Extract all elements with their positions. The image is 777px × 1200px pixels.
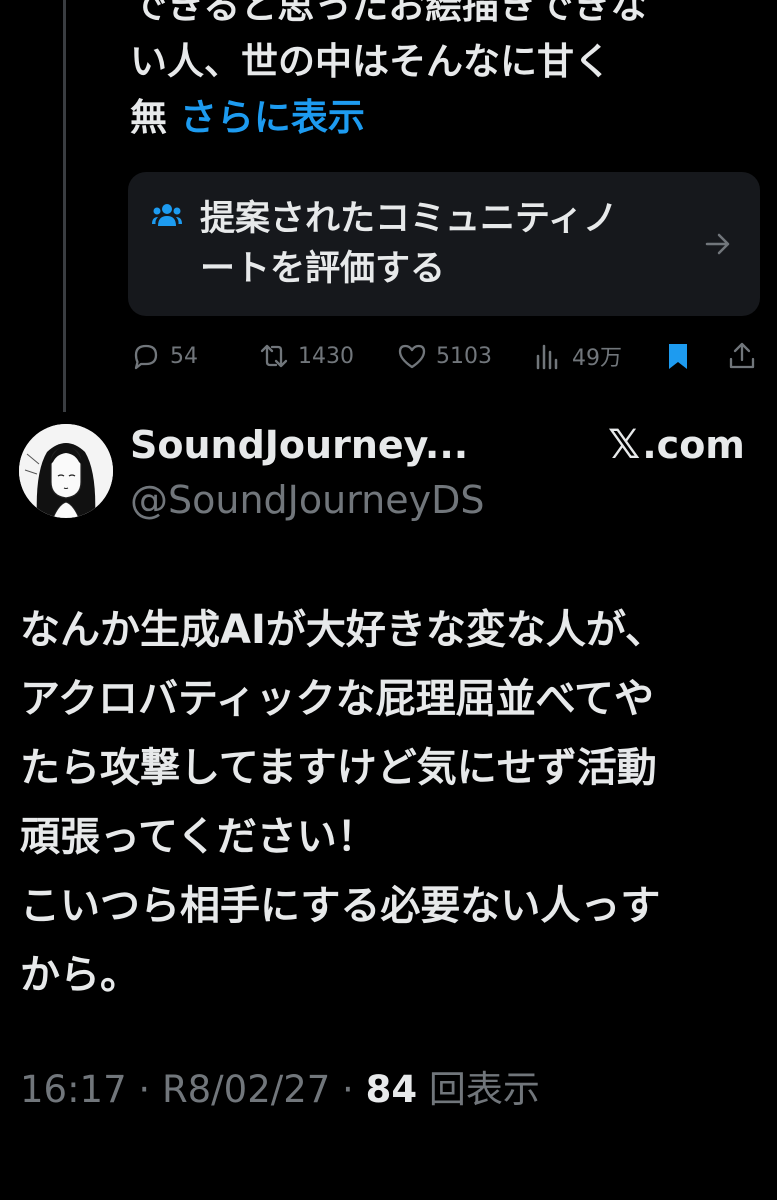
meta-separator: · — [342, 1068, 366, 1111]
tweet-date: R8/02/27 — [161, 1068, 331, 1111]
repost-button[interactable]: 1430 — [258, 338, 354, 374]
share-icon — [729, 342, 755, 369]
meta-separator: · — [138, 1068, 162, 1111]
tweet-text: なんか生成AIが大好きな変な人が、 アクロバティックな屁理屈並べてや たら攻撃し… — [20, 596, 765, 1010]
previous-tweet-text: できると思ったお絵描きできな い人、世の中はそんなに甘く 無 さらに表示 — [130, 0, 760, 146]
thread-connector-line — [63, 0, 66, 412]
community-note-prompt[interactable]: 提案されたコミュニティノ ートを評価する — [128, 172, 760, 316]
tweet-text-line: なんか生成AIが大好きな変な人が、 — [20, 607, 666, 653]
previous-tweet-line: 無 さらに表示 — [130, 90, 760, 146]
author-handle[interactable]: @SoundJourneyDS — [130, 475, 485, 525]
tweet-text-line: たら攻撃してますけど気にせず活動 — [20, 745, 657, 791]
community-note-label-line: ートを評価する — [200, 249, 446, 289]
like-count: 5103 — [436, 343, 492, 369]
previous-tweet-line: い人、世の中はそんなに甘く — [130, 40, 611, 83]
tweet-text-line: こいつら相手にする必要ない人っす — [20, 883, 661, 929]
source-domain: .com — [642, 423, 745, 467]
views-count: 49万 — [572, 346, 622, 371]
heart-icon — [398, 344, 426, 369]
reply-button[interactable]: 54 — [130, 338, 198, 374]
show-more-link[interactable]: さらに表示 — [180, 96, 365, 139]
x-logo-icon: 𝕏 — [608, 422, 641, 468]
source-link[interactable]: 𝕏 .com — [608, 420, 745, 470]
like-button[interactable]: 5103 — [396, 338, 492, 374]
community-note-label: 提案されたコミュニティノ ートを評価する — [200, 194, 690, 294]
tweet-time: 16:17 — [20, 1068, 127, 1111]
community-note-label-line: 提案されたコミュニティノ — [200, 199, 618, 239]
tweet-action-bar: 54 1430 5103 49万 — [130, 338, 760, 374]
tweet-text-line: 頑張ってください！ — [20, 814, 377, 860]
avatar[interactable] — [19, 424, 113, 518]
previous-tweet-line-text: 無 — [130, 96, 167, 139]
bookmark-icon — [669, 344, 687, 369]
arrow-right-icon — [705, 233, 730, 255]
reply-icon — [134, 344, 158, 370]
people-icon — [152, 204, 182, 226]
previous-tweet-line: できると思ったお絵描きできな — [130, 0, 648, 27]
views-button[interactable]: 49万 — [532, 338, 622, 374]
author-display-name[interactable]: SoundJourney... — [130, 420, 468, 470]
repost-count: 1430 — [298, 343, 354, 369]
tweet-view-label: 回表示 — [428, 1068, 540, 1111]
bookmark-button[interactable] — [662, 338, 694, 374]
analytics-icon — [536, 344, 558, 370]
tweet-text-line: アクロバティックな屁理屈並べてや — [20, 676, 654, 722]
tweet-metadata: 16:17 · R8/02/27 · 84 回表示 — [20, 1064, 540, 1116]
tweet-view-count: 84 — [365, 1068, 418, 1111]
share-button[interactable] — [726, 338, 758, 374]
reply-count: 54 — [170, 343, 198, 369]
tweet-text-line: から。 — [20, 952, 140, 998]
avatar-illustration — [19, 424, 113, 518]
repost-icon — [260, 344, 288, 368]
